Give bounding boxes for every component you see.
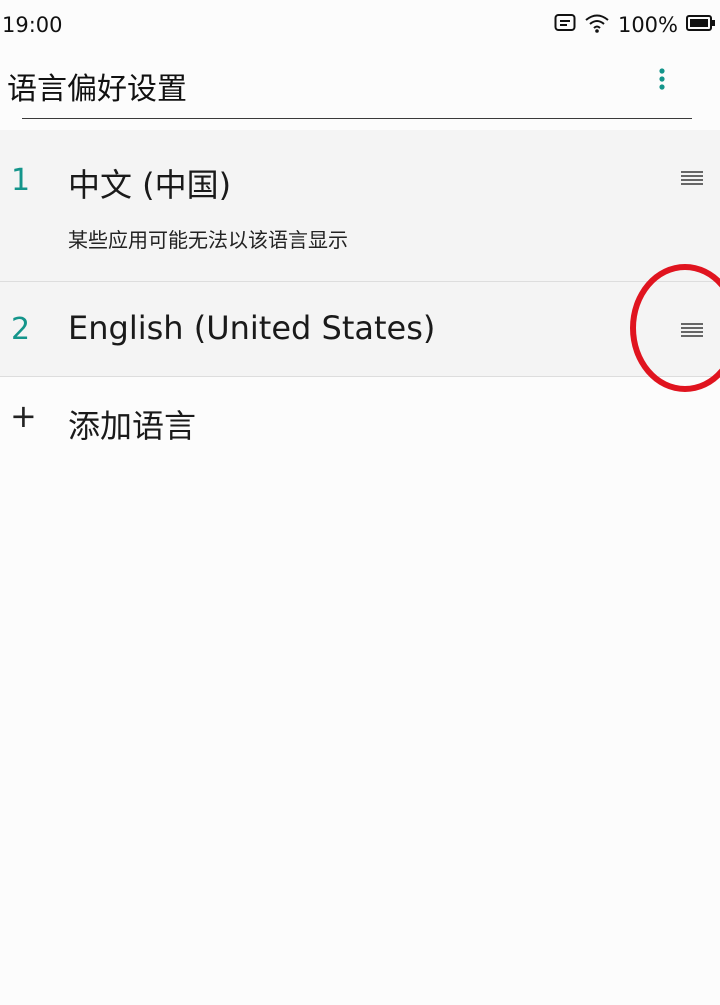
app-bar: 语言偏好设置 [0,55,720,115]
battery-percentage: 100% [617,13,678,37]
add-language-button[interactable]: + 添加语言 [0,377,720,472]
wifi-icon [584,13,610,38]
language-item-zh-cn[interactable]: 1 中文 (中国) 某些应用可能无法以该语言显示 [0,130,720,282]
add-language-label: 添加语言 [68,407,197,445]
status-icons: 100% [554,13,716,38]
battery-icon [686,13,716,37]
more-vert-icon [658,67,666,95]
language-note: 某些应用可能无法以该语言显示 [68,228,348,252]
language-name: English (United States) [68,309,436,347]
status-bar: 19:00 100% [0,0,720,50]
page-title: 语言偏好设置 [7,72,187,107]
title-divider [22,118,692,119]
message-icon [554,13,576,38]
language-list: 1 中文 (中国) 某些应用可能无法以该语言显示 2 English (Unit… [0,130,720,472]
status-time: 19:00 [2,13,63,37]
language-name: 中文 (中国) [68,166,232,204]
add-icon: + [10,397,37,435]
drag-handle-icon[interactable] [678,164,706,192]
more-options-button[interactable] [642,61,682,101]
language-index: 2 [11,312,31,347]
language-index: 1 [11,163,31,198]
language-item-en-us[interactable]: 2 English (United States) [0,282,720,377]
